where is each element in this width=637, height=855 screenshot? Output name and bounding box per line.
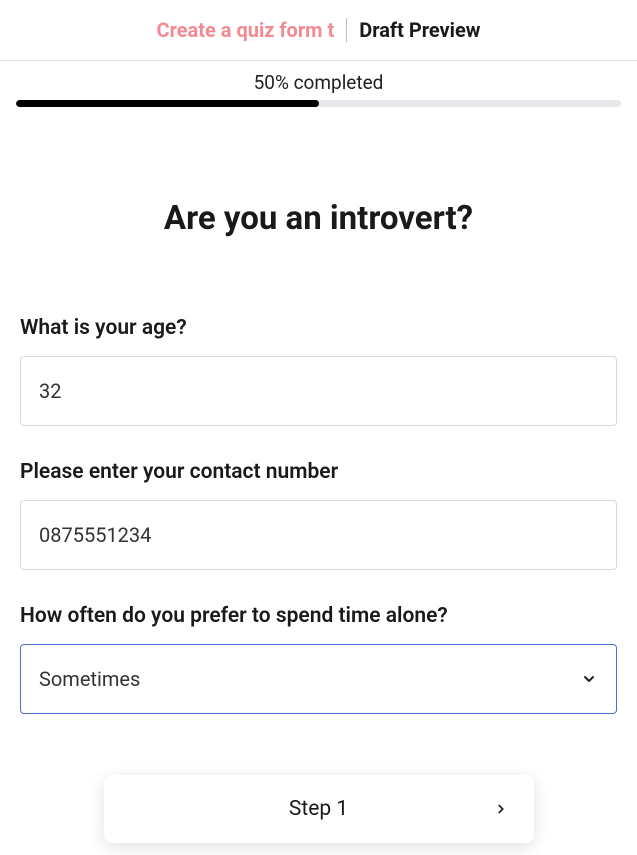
field-age: What is your age?	[20, 316, 617, 426]
alone-select-value: Sometimes	[39, 667, 140, 691]
alone-select[interactable]: Sometimes	[20, 644, 617, 714]
field-alone-label: How often do you prefer to spend time al…	[20, 604, 617, 628]
field-contact-label: Please enter your contact number	[20, 460, 617, 484]
contact-input[interactable]	[20, 500, 617, 570]
step-button[interactable]: Step 1	[104, 775, 534, 843]
tab-create-quiz[interactable]: Create a quiz form t	[145, 18, 347, 42]
progress-label: 50% completed	[16, 71, 621, 94]
quiz-title: Are you an introvert?	[20, 199, 617, 238]
tabs-bar: Create a quiz form t Draft Preview	[0, 0, 637, 61]
form-content: Are you an introvert? What is your age? …	[0, 199, 637, 714]
progress-track	[16, 100, 621, 107]
field-age-label: What is your age?	[20, 316, 617, 340]
age-input[interactable]	[20, 356, 617, 426]
tab-draft-preview[interactable]: Draft Preview	[347, 18, 492, 42]
step-label: Step 1	[130, 797, 508, 821]
chevron-right-icon	[494, 802, 508, 816]
field-alone: How often do you prefer to spend time al…	[20, 604, 617, 714]
field-contact: Please enter your contact number	[20, 460, 617, 570]
progress-section: 50% completed	[0, 61, 637, 113]
chevron-down-icon	[580, 670, 598, 688]
progress-fill	[16, 100, 319, 107]
